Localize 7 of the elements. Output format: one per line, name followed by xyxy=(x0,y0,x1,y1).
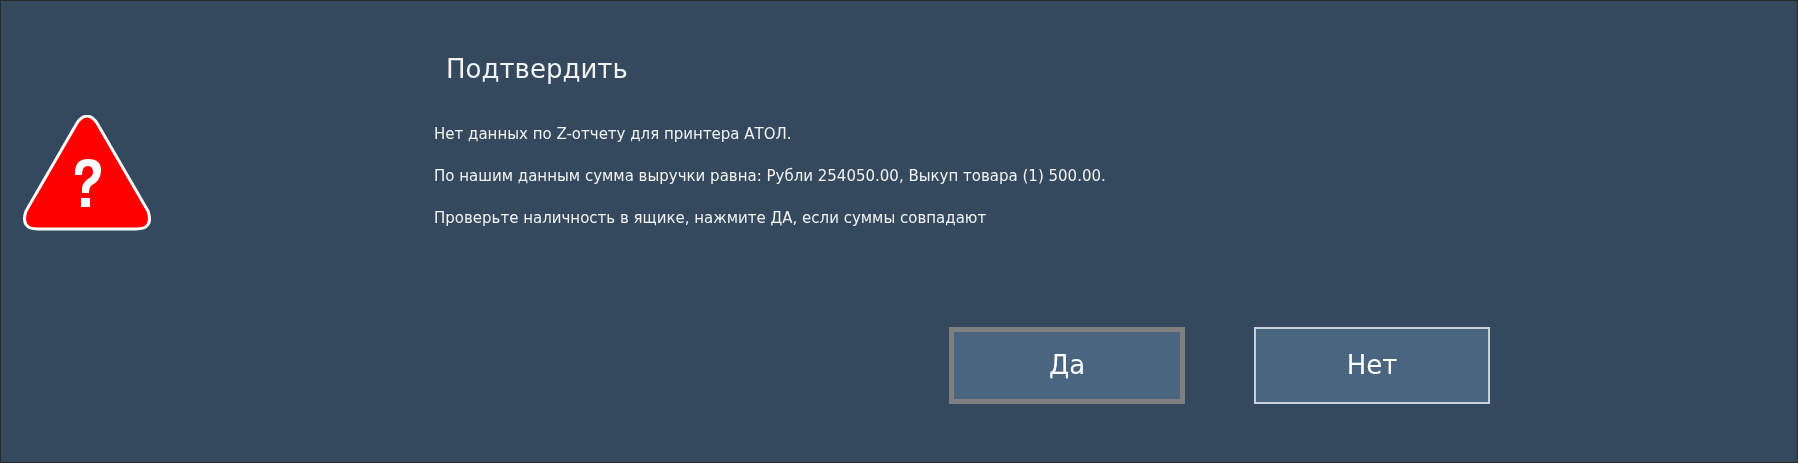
dialog-button[interactable]: Да xyxy=(949,327,1185,404)
message-line: Нет данных по Z-отчету для принтера АТОЛ. xyxy=(434,124,792,145)
message-line: По нашим данным сумма выручки равна: Рубли 254050.00, Выкуп товара (1) 500.00. xyxy=(434,166,1106,187)
dialog-button[interactable]: Нет xyxy=(1254,327,1490,404)
warning-question-icon xyxy=(22,115,152,232)
dialog-title: Подтвердить xyxy=(445,53,628,86)
message-line: Проверьте наличность в ящике, нажмите ДА, если суммы совпадают xyxy=(434,208,987,229)
